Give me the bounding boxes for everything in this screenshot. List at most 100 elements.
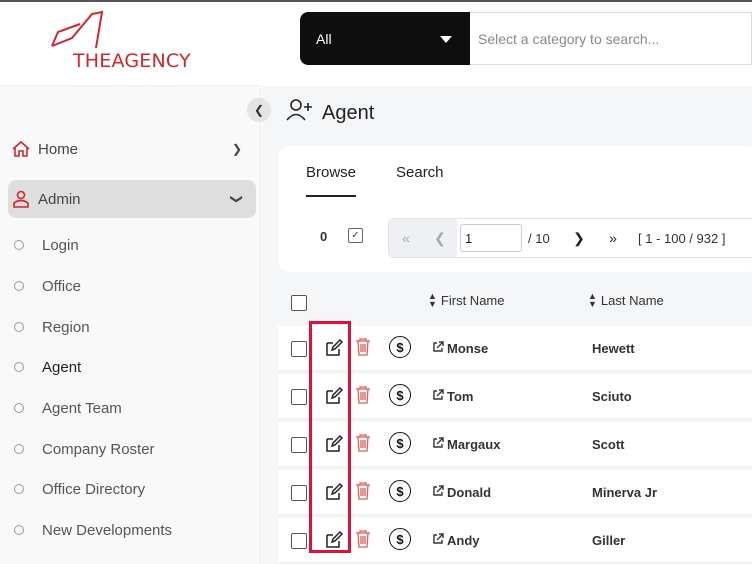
last-name: Scott <box>592 437 625 452</box>
trash-icon[interactable] <box>354 385 372 410</box>
page-total: / 10 <box>528 230 550 246</box>
sort-icon: ▲ ▼ <box>428 291 437 309</box>
page-title-text: Agent <box>322 101 375 124</box>
sidebar-subitem-label: Office <box>42 277 81 295</box>
column-last-name[interactable]: ▲ ▼ Last Name <box>588 292 664 308</box>
sidebar: THEAGENCY Home ❯ Admin ❯ Login Office Re… <box>0 2 261 564</box>
tab-search[interactable]: Search <box>396 164 444 181</box>
first-name-link[interactable]: Monse <box>432 341 488 356</box>
external-link-icon <box>432 485 444 500</box>
dollar-icon[interactable]: $ <box>389 384 411 406</box>
dollar-icon[interactable]: $ <box>389 336 411 358</box>
select-all-checkbox[interactable] <box>291 295 307 311</box>
sidebar-collapse-button[interactable]: ❮ <box>247 98 271 122</box>
sidebar-item-admin[interactable]: Admin ❯ <box>8 180 256 218</box>
last-page-button[interactable]: » <box>596 219 630 257</box>
sidebar-subitem-office-directory[interactable]: Office Directory <box>14 477 145 501</box>
select-toggle-button[interactable]: ✓ <box>348 228 363 243</box>
circle-icon <box>14 240 24 250</box>
sidebar-subitem-label: Region <box>42 318 90 336</box>
dollar-icon[interactable]: $ <box>389 432 411 454</box>
last-name: Hewett <box>592 341 635 356</box>
add-user-icon <box>286 98 314 128</box>
table-row: $ Monse Hewett <box>278 326 752 372</box>
page-number-input[interactable]: 1 <box>460 224 522 252</box>
row-checkbox[interactable] <box>291 437 307 453</box>
circle-icon <box>14 281 24 291</box>
column-label: Last Name <box>600 293 664 308</box>
dollar-icon[interactable]: $ <box>389 480 411 502</box>
edit-icon[interactable] <box>324 482 344 507</box>
row-checkbox[interactable] <box>291 341 307 357</box>
external-link-icon <box>432 533 444 548</box>
user-shield-icon <box>10 188 32 210</box>
first-name-link[interactable]: Andy <box>432 533 480 548</box>
edit-icon[interactable] <box>324 434 344 459</box>
sidebar-subitem-agent-team[interactable]: Agent Team <box>14 396 122 420</box>
logo[interactable]: THEAGENCY <box>0 2 261 86</box>
first-name: Margaux <box>447 437 501 452</box>
column-first-name[interactable]: ▲ ▼ First Name <box>428 291 505 309</box>
search-input[interactable]: Select a category to search... <box>470 12 752 65</box>
sidebar-subitem-label: Agent <box>42 358 82 376</box>
sidebar-subitem-label: Company Roster <box>42 440 155 458</box>
sidebar-subitem-office[interactable]: Office <box>14 274 81 298</box>
sidebar-subitem-agent[interactable]: Agent <box>14 355 81 379</box>
chevron-right-icon: ❯ <box>231 142 242 156</box>
first-page-button[interactable]: « <box>389 219 423 257</box>
dollar-icon[interactable]: $ <box>389 528 411 550</box>
circle-icon <box>14 403 24 413</box>
trash-icon[interactable] <box>354 337 372 362</box>
last-name: Sciuto <box>592 389 632 404</box>
first-name: Andy <box>447 533 480 548</box>
edit-icon[interactable] <box>324 530 344 555</box>
sidebar-item-home[interactable]: Home ❯ <box>8 130 256 168</box>
sidebar-subitem-login[interactable]: Login <box>14 233 79 257</box>
row-checkbox[interactable] <box>291 533 307 549</box>
global-search: All Select a category to search... <box>300 12 752 65</box>
next-page-button[interactable]: ❯ <box>562 219 596 257</box>
sidebar-subitem-label: Agent Team <box>42 399 122 417</box>
agency-logo-icon <box>51 10 104 49</box>
first-name-link[interactable]: Margaux <box>432 437 500 452</box>
sidebar-subitem-region[interactable]: Region <box>14 315 90 339</box>
table-row: $ Andy Giller <box>278 518 752 564</box>
main-content: Agent Browse Search 0 ✓ « ❮ 1 / 10 ❯ » [… <box>262 86 752 564</box>
chevron-down-icon: ❯ <box>229 193 244 205</box>
first-name-link[interactable]: Donald <box>432 485 491 500</box>
first-name: Monse <box>447 341 489 356</box>
edit-icon[interactable] <box>324 386 344 411</box>
category-select[interactable]: All <box>300 12 470 65</box>
trash-icon[interactable] <box>354 433 372 458</box>
page-range: [ 1 - 100 / 932 ] <box>638 230 726 246</box>
tab-browse[interactable]: Browse <box>306 164 357 197</box>
circle-icon <box>14 362 24 372</box>
home-icon <box>10 138 32 160</box>
browse-card: Browse Search 0 ✓ « ❮ 1 / 10 ❯ » [ 1 - 1… <box>278 146 752 272</box>
prev-page-button[interactable]: ❮ <box>423 219 457 257</box>
external-link-icon <box>432 341 444 356</box>
trash-icon[interactable] <box>354 481 372 506</box>
edit-icon[interactable] <box>324 338 344 363</box>
sidebar-subitem-label: Login <box>42 236 79 254</box>
last-name: Minerva Jr <box>592 485 658 500</box>
column-label: First Name <box>440 293 505 308</box>
sidebar-subitem-label: Office Directory <box>42 480 146 498</box>
last-name: Giller <box>592 533 626 548</box>
table-header: ▲ ▼ First Name ▲ ▼ Last Name <box>278 284 752 322</box>
row-checkbox[interactable] <box>291 389 307 405</box>
first-name-link[interactable]: Tom <box>432 389 473 404</box>
sidebar-subitem-company-roster[interactable]: Company Roster <box>14 437 155 461</box>
sidebar-subitem-new-developments[interactable]: New Developments <box>14 518 172 542</box>
table-row: $ Donald Minerva Jr <box>278 470 752 516</box>
selected-count: 0 <box>320 229 328 244</box>
circle-icon <box>14 322 24 332</box>
row-checkbox[interactable] <box>291 485 307 501</box>
sidebar-item-label: Admin <box>38 190 81 208</box>
page-title: Agent <box>286 98 374 128</box>
chevron-left-icon: ❮ <box>434 229 446 246</box>
table-row: $ Tom Sciuto <box>278 374 752 420</box>
trash-icon[interactable] <box>354 529 372 554</box>
first-name: Donald <box>447 485 492 500</box>
first-name: Tom <box>447 389 474 404</box>
